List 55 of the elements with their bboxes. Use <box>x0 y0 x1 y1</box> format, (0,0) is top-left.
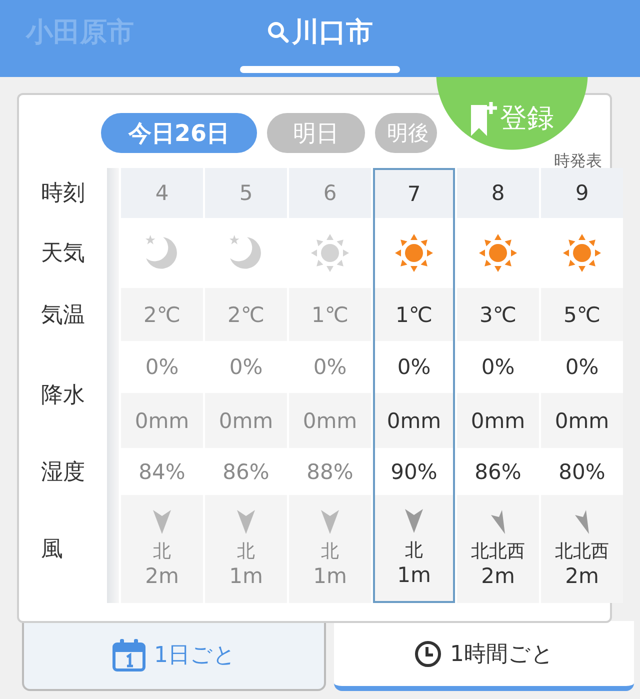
day-tab[interactable]: 今日26日 <box>101 113 257 153</box>
moon-icon <box>144 235 180 271</box>
wind-speed: 1m <box>397 562 431 587</box>
calendar-icon <box>112 638 146 672</box>
view-tab[interactable]: 1時間ごと <box>334 621 634 691</box>
wind-arrow-icon <box>405 509 423 534</box>
sun-icon <box>478 233 518 273</box>
temperature-cell: 5℃ <box>541 288 623 341</box>
rainfall-cell: 0mm <box>289 393 371 448</box>
view-tab[interactable]: 1日ごと <box>22 621 326 691</box>
wind-direction: 北 <box>321 540 339 564</box>
hour-cell: 4 <box>121 168 203 218</box>
wind-arrow-icon <box>153 510 171 534</box>
temperature-cell: 1℃ <box>373 288 455 341</box>
rainfall-cell: 0mm <box>205 393 287 448</box>
wind-direction: 北 <box>153 540 171 564</box>
city-tab[interactable]: 川口市 <box>240 0 400 77</box>
wind-arrow-icon <box>491 510 505 534</box>
temperature-cell: 1℃ <box>289 288 371 341</box>
sun-icon <box>310 233 350 273</box>
precipitation-cell: 0% <box>373 341 455 393</box>
rainfall-cell: 0mm <box>121 393 203 448</box>
clock-icon <box>414 640 442 668</box>
temperature-cell: 3℃ <box>457 288 539 341</box>
rainfall-cell: 0mm <box>373 393 455 448</box>
wind-direction: 北北西 <box>471 540 525 564</box>
wind-speed: 2m <box>481 564 515 588</box>
wind-speed: 2m <box>145 564 179 588</box>
hour-cell: 9 <box>541 168 623 218</box>
wind-direction: 北 <box>405 539 423 563</box>
sun-icon <box>394 233 434 273</box>
wind-arrow-icon <box>321 510 339 534</box>
bookmark-plus-icon <box>470 102 498 136</box>
hour-cell: 7 <box>373 168 455 218</box>
day-tab[interactable]: 明日 <box>267 113 365 153</box>
hour-cell: 5 <box>205 168 287 218</box>
day-tab[interactable]: 明後 <box>375 113 437 153</box>
temperature-cell: 2℃ <box>205 288 287 341</box>
wind-speed: 1m <box>313 564 347 588</box>
hour-cell: 6 <box>289 168 371 218</box>
temperature-cell: 2℃ <box>121 288 203 341</box>
wind-arrow-icon <box>575 510 589 534</box>
hour-cell: 8 <box>457 168 539 218</box>
sun-icon <box>562 233 602 273</box>
search-icon <box>267 21 289 43</box>
humidity-cell: 90% <box>373 448 455 495</box>
wind-direction: 北 <box>237 540 255 564</box>
rainfall-cell: 0mm <box>457 393 539 448</box>
rainfall-cell: 0mm <box>541 393 623 448</box>
wind-direction: 北北西 <box>555 540 609 564</box>
register-button[interactable]: 登録 <box>436 77 588 150</box>
wind-speed: 2m <box>565 564 599 588</box>
wind-speed: 1m <box>229 564 263 588</box>
moon-icon <box>228 235 264 271</box>
wind-arrow-icon <box>237 510 255 534</box>
